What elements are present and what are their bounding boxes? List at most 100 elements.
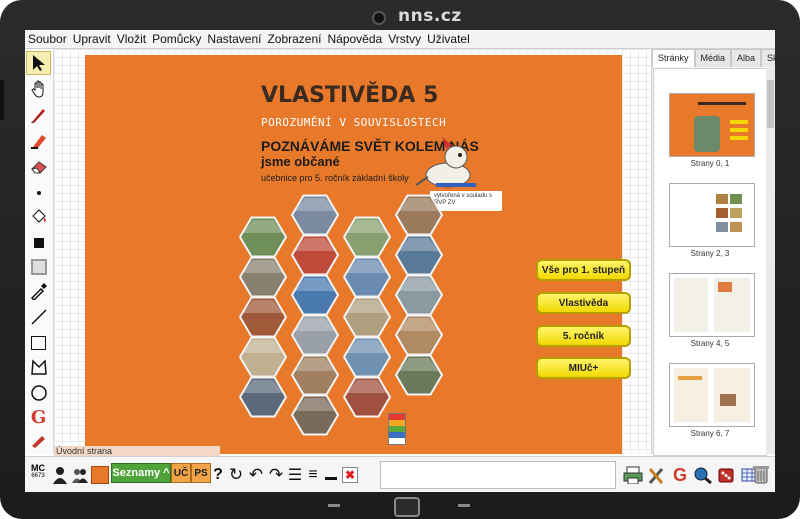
photo-hexagon: [290, 394, 340, 436]
vlastiveda-button[interactable]: Vlastivěda: [536, 292, 631, 314]
recent-line-icon: [458, 504, 470, 507]
thumbnail-label: Strany 2, 3: [690, 249, 730, 258]
miuc-plus-button[interactable]: MIUč+: [536, 357, 631, 379]
photo-hexagon: [238, 296, 288, 338]
photo-hexagon: [394, 234, 444, 276]
undo-icon[interactable]: ↶: [247, 465, 265, 485]
menu-soubor[interactable]: Soubor: [25, 32, 70, 46]
refresh-icon[interactable]: ↻: [227, 465, 245, 485]
thumbnail-label: Strany 4, 5: [690, 339, 730, 348]
photo-hexagon: [342, 336, 392, 378]
back-line-icon: [328, 504, 340, 507]
seznamy-button[interactable]: Seznamy ^: [111, 463, 171, 483]
photo-hexagon: [342, 256, 392, 298]
photo-hexagon: [394, 194, 444, 236]
trash-icon[interactable]: [751, 464, 771, 484]
page-thumbnail[interactable]: [669, 183, 755, 247]
page-thumbnail[interactable]: [669, 273, 755, 337]
side-button: [0, 80, 4, 120]
thumbnail-label: Strany 6, 7: [690, 429, 730, 438]
menu-zobrazeni[interactable]: Zobrazení: [264, 32, 324, 46]
line-icon[interactable]: [26, 305, 51, 329]
select-arrow-icon[interactable]: [26, 51, 51, 75]
thumbnails-scrollbar[interactable]: [766, 68, 775, 454]
help-question-icon[interactable]: ?: [211, 465, 225, 485]
photo-hexagon: [290, 234, 340, 276]
canvas-area[interactable]: VLASTIVĚDA 5 POROZUMĚNÍ V SOUVISLOSTECH …: [54, 49, 650, 454]
close-red-icon[interactable]: ✖: [341, 465, 359, 485]
redo-icon[interactable]: ↷: [267, 465, 285, 485]
menu-vlozit[interactable]: Vložit: [114, 32, 149, 46]
google-icon[interactable]: G: [671, 465, 689, 485]
user-icon[interactable]: [51, 465, 69, 485]
photo-hexagon: [394, 314, 444, 356]
person-orange-icon[interactable]: [91, 465, 109, 485]
ps-button[interactable]: PS: [191, 463, 211, 483]
minus-icon[interactable]: [323, 465, 339, 485]
photo-hexagon: [290, 194, 340, 236]
tools-icon[interactable]: [647, 465, 667, 485]
eyedropper-icon[interactable]: [26, 279, 51, 303]
page-thumbnail[interactable]: [669, 363, 755, 427]
page-thumbnail[interactable]: [669, 93, 755, 157]
menu-pomucky[interactable]: Pomůcky: [149, 32, 204, 46]
menu-uzivatel[interactable]: Uživatel: [424, 32, 473, 46]
tablet-frame: nns.cz Soubor Upravit Vložit Pomůcky Nas…: [0, 0, 800, 519]
page-subtitle-3: jsme občané: [261, 154, 340, 169]
pen-icon[interactable]: [26, 103, 51, 127]
fill-bucket-icon[interactable]: [26, 205, 51, 229]
print-icon[interactable]: [623, 465, 643, 485]
scrollbar-thumb[interactable]: [767, 80, 774, 128]
menu-lines-icon[interactable]: ≡: [305, 465, 321, 485]
app-screen: Soubor Upravit Vložit Pomůcky Nastavení …: [25, 30, 775, 492]
home-button-icon: [394, 497, 420, 517]
photo-hexagon: [238, 376, 288, 418]
dot-icon[interactable]: [26, 181, 51, 205]
nns-badge-icon: [388, 413, 406, 445]
page-subtitle-4: učebnice pro 5. ročník základní školy: [261, 173, 409, 183]
polygon-icon[interactable]: [26, 355, 51, 379]
photo-hexagon: [342, 296, 392, 338]
filled-square-icon[interactable]: [26, 231, 51, 255]
photo-hexagon: [238, 256, 288, 298]
users-icon[interactable]: [71, 465, 89, 485]
hand-pan-icon[interactable]: [26, 77, 51, 101]
eraser-icon[interactable]: [26, 155, 51, 179]
tab-stranky[interactable]: Stránky: [652, 49, 695, 67]
camera-icon: [372, 11, 386, 25]
menu-vrstvy[interactable]: Vrstvy: [385, 32, 424, 46]
photo-hexagon: [290, 274, 340, 316]
side-panel-tabs: Stránky Média Alba Skupiny: [652, 49, 775, 67]
mc-counter: MC 6673: [29, 463, 47, 485]
page-title: VLASTIVĚDA 5: [261, 83, 439, 108]
tab-alba[interactable]: Alba: [731, 49, 762, 67]
vse-pro-1-stupen-button[interactable]: Vše pro 1. stupeň: [536, 259, 631, 281]
rectangle-icon[interactable]: [26, 331, 51, 355]
menu-nastaveni[interactable]: Nastavení: [204, 32, 264, 46]
photo-hexagon: [394, 274, 444, 316]
page-subtitle: POROZUMĚNÍ V SOUVISLOSTECH: [261, 116, 447, 129]
textbook-cover-page: VLASTIVĚDA 5 POROZUMĚNÍ V SOUVISLOSTECH …: [85, 55, 631, 454]
mc-count: 6673: [31, 473, 45, 479]
photo-hexagon-collage: [238, 194, 444, 436]
google-g-icon[interactable]: G: [26, 405, 51, 429]
thumbnail-label: Strany 0, 1: [690, 159, 730, 168]
tool-palette: G: [25, 49, 54, 454]
command-input[interactable]: [380, 461, 616, 489]
menu-napoveda[interactable]: Nápověda: [324, 32, 385, 46]
menu-upravit[interactable]: Upravit: [70, 32, 114, 46]
5-rocnik-button[interactable]: 5. ročník: [536, 325, 631, 347]
dice-icon[interactable]: [717, 465, 737, 485]
list-icon[interactable]: ☰: [287, 465, 303, 485]
pencil-small-icon[interactable]: [26, 429, 51, 453]
uc-button[interactable]: UČ: [171, 463, 191, 483]
photo-hexagon: [238, 216, 288, 258]
tab-media[interactable]: Média: [694, 49, 732, 67]
circle-icon[interactable]: [26, 381, 51, 405]
search-globe-icon[interactable]: [693, 465, 713, 485]
gray-square-icon[interactable]: [26, 255, 51, 279]
menu-bar: Soubor Upravit Vložit Pomůcky Nastavení …: [25, 30, 775, 49]
highlighter-icon[interactable]: [26, 129, 51, 153]
brand-logo: nns.cz: [398, 6, 462, 26]
tab-skupiny[interactable]: Skupiny: [761, 49, 775, 67]
